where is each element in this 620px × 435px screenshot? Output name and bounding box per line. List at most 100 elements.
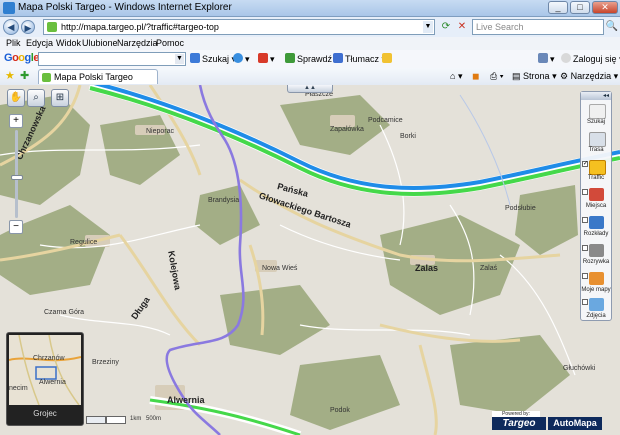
places-icon	[589, 188, 604, 201]
traffic-checkbox[interactable]: ✓	[582, 161, 588, 167]
menu-narzedzia[interactable]: Narzędzia	[117, 38, 158, 48]
live-search-input[interactable]: Live Search	[472, 19, 604, 35]
gear-icon: ⚙	[560, 71, 569, 81]
panel-item-moje-mapy[interactable]: Moje mapy	[581, 270, 611, 298]
tab-label: Mapa Polski Targeo	[54, 72, 133, 82]
popup-blocker-button[interactable]: ▾	[258, 53, 275, 65]
panel-collapse-button[interactable]: ◂◂	[581, 92, 611, 100]
map-canvas[interactable]: Płaszcze Nieporac Zapałówka Chrzanowska …	[0, 85, 620, 435]
search-icon[interactable]: 🔍	[605, 20, 619, 34]
map-label: Zalaś	[480, 265, 498, 272]
map-mode-tools: ✋ ⌕ ⊞	[7, 89, 71, 109]
globe-icon	[233, 53, 243, 63]
moje-mapy-checkbox[interactable]	[582, 273, 588, 279]
forward-button[interactable]: ▶	[21, 20, 35, 34]
zoom-slider-track[interactable]	[15, 130, 18, 218]
tab-favicon-icon	[42, 73, 51, 82]
google-search-dropdown-icon[interactable]: ▼	[175, 54, 184, 64]
signin-button[interactable]: Zaloguj się ▾	[561, 53, 620, 65]
maximize-button[interactable]: □	[570, 1, 590, 14]
feeds-button[interactable]: ◼	[472, 71, 479, 82]
map-label: Podok	[330, 407, 350, 414]
hand-pan-button[interactable]: ✋	[7, 89, 25, 107]
rozklady-checkbox[interactable]	[582, 217, 588, 223]
autofill-button[interactable]	[382, 53, 394, 64]
refresh-icon[interactable]: ⟳	[439, 20, 453, 34]
overview-minimap[interactable]: Chrzanów Alwernia necim Grojec	[6, 332, 84, 426]
page-icon: ▤	[512, 71, 521, 81]
minimap-place: Chrzanów	[33, 355, 65, 362]
abc-check-icon	[285, 53, 295, 63]
google-search-button[interactable]: Szukaj ▾	[190, 53, 236, 65]
search-icon	[589, 104, 606, 119]
print-button[interactable]: ⎙ ▾	[490, 71, 503, 82]
rozrywka-checkbox[interactable]	[582, 245, 588, 251]
panel-item-label: Moje mapy	[581, 287, 611, 293]
back-button[interactable]: ◀	[3, 19, 19, 35]
menu-widok[interactable]: Widok	[56, 38, 81, 48]
map-top-collapse-tab[interactable]: ▲▲	[287, 85, 333, 93]
panel-item-label: Zdjęcia	[586, 313, 606, 319]
minimap-view[interactable]: Chrzanów Alwernia necim	[9, 335, 81, 405]
address-input[interactable]: http://mapa.targeo.pl/?traffic#targeo-to…	[43, 19, 435, 35]
google-search-input[interactable]: ▼	[38, 52, 186, 66]
photo-icon	[589, 298, 604, 311]
zoom-control: + −	[9, 114, 25, 234]
page-menu-button[interactable]: ▤ Strona ▾	[512, 71, 557, 82]
google-globe-button[interactable]: ▾	[233, 53, 250, 65]
menu-edycja[interactable]: Edycja	[26, 38, 53, 48]
add-favorite-icon[interactable]: ✚	[20, 69, 29, 82]
printer-icon: ⎙	[490, 71, 498, 81]
panel-item-szukaj[interactable]: Szukaj	[581, 102, 611, 130]
favorites-bar: ★ ✚ Mapa Polski Targeo ⌂ ▾ ◼ ⎙ ▾ ▤ Stron…	[0, 68, 620, 86]
map-label: Podsłubie	[505, 205, 536, 212]
panel-item-label: Szukaj	[586, 119, 605, 125]
zoom-box-button[interactable]: ⌕	[27, 89, 45, 107]
zoom-in-button[interactable]: +	[9, 114, 23, 128]
spellcheck-button[interactable]: Sprawdź ▾	[285, 53, 339, 65]
measure-button[interactable]: ⊞	[51, 89, 69, 107]
panel-item-label: Miejsca	[585, 203, 607, 209]
minimap-caption: Grojec	[33, 409, 57, 418]
close-button[interactable]: ✕	[592, 1, 618, 14]
panel-item-trasa[interactable]: Trasa	[581, 130, 611, 158]
wrench-button[interactable]: ▾	[538, 53, 555, 65]
zoom-out-button[interactable]: −	[9, 220, 23, 234]
favorites-star-icon[interactable]: ★	[5, 69, 15, 82]
ie-icon	[3, 2, 15, 14]
page-menu-label: Strona	[523, 71, 550, 81]
panel-item-miejsca[interactable]: Miejsca	[581, 186, 611, 214]
minimize-button[interactable]: _	[548, 1, 568, 14]
tab-mapa-polski-targeo[interactable]: Mapa Polski Targeo	[38, 69, 158, 84]
traffic-warning-icon	[589, 160, 606, 175]
map-label: Nowa Wieś	[262, 265, 298, 272]
miejsca-checkbox[interactable]	[582, 189, 588, 195]
address-toolbar: ◀ ▶ http://mapa.targeo.pl/?traffic#targe…	[0, 17, 620, 37]
menu-ulubione[interactable]: Ulubione	[82, 38, 118, 48]
panel-item-traffic[interactable]: ✓ Traffic	[581, 158, 611, 186]
provider-logos: Powered by: Targeo AutoMapa	[492, 411, 602, 431]
panel-item-rozklady[interactable]: Rozkłady	[581, 214, 611, 242]
panel-item-rozrywka[interactable]: Rozrywka	[581, 242, 611, 270]
stop-icon[interactable]: ✕	[455, 20, 469, 34]
translate-button[interactable]: Tłumacz ▾	[333, 53, 386, 65]
menu-plik[interactable]: Plik	[6, 38, 21, 48]
map-label: Zapałówka	[330, 126, 364, 133]
panel-item-zdjecia[interactable]: Zdjęcia	[581, 296, 611, 324]
magnifier-icon: ⌕	[33, 92, 39, 103]
map-label: Głuchówki	[563, 365, 596, 372]
google-search-label: Szukaj	[202, 54, 230, 64]
address-dropdown-icon[interactable]: ▼	[423, 21, 433, 33]
targeo-logo[interactable]: Targeo	[492, 417, 546, 430]
my-maps-icon	[589, 272, 604, 285]
tools-menu-button[interactable]: ⚙ Narzędzia ▾	[560, 71, 618, 82]
spellcheck-label: Sprawdź	[297, 54, 333, 64]
menu-pomoc[interactable]: Pomoc	[156, 38, 184, 48]
automapa-logo[interactable]: AutoMapa	[548, 417, 602, 430]
window-title: Mapa Polski Targeo - Windows Internet Ex…	[18, 2, 232, 13]
home-button[interactable]: ⌂ ▾	[450, 71, 462, 82]
hand-icon: ✋	[9, 92, 23, 103]
zoom-slider-handle[interactable]	[11, 175, 23, 180]
zdjecia-checkbox[interactable]	[582, 299, 588, 305]
google-toolbar: Google ▼ Szukaj ▾ ▾ ▾ Sprawdź ▾ Tłumacz …	[0, 50, 620, 69]
